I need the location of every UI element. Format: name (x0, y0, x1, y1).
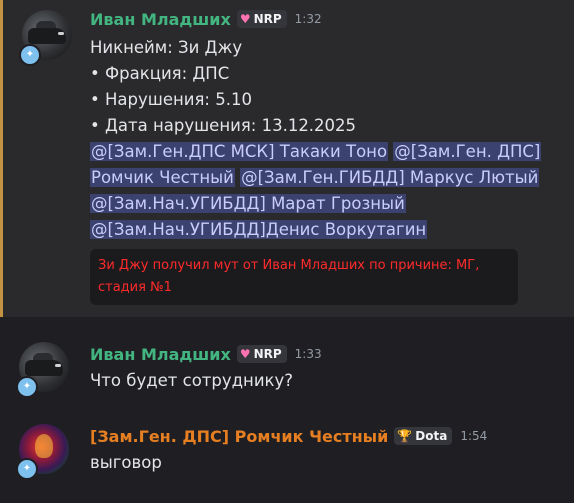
author-name[interactable]: [Зам.Ген. ДПС] Ромчик Честный (90, 427, 388, 446)
mentions-block: @[Зам.Ген.ДПС МСК] Такаки Тоно @[Зам.Ген… (90, 139, 550, 243)
message-highlighted[interactable]: ✦ Иван Младших ♥ NRP 1:32 Никнейм: Зи Дж… (0, 0, 574, 317)
guild-tag-label: NRP (253, 347, 282, 361)
message-line: • Фракция: ДПС (90, 64, 230, 83)
author-name[interactable]: Иван Младших (90, 345, 231, 364)
message-text: выговор (90, 453, 162, 472)
trophy-icon: 🏆 (397, 429, 413, 443)
guild-tag-label: NRP (253, 12, 282, 26)
heart-icon: ♥ (239, 12, 251, 26)
timestamp[interactable]: 1:32 (295, 12, 322, 26)
user-mention[interactable]: @[Зам.Нач.УГИБДД] Марат Грозный (90, 194, 406, 213)
timestamp[interactable]: 1:54 (460, 429, 487, 443)
avatar[interactable]: ✦ (16, 342, 71, 398)
avatar-decoration-icon: ✦ (16, 458, 38, 480)
avatar[interactable]: ✦ (19, 10, 74, 66)
message[interactable]: ✦ Иван Младших ♥ NRP 1:33 Что будет сотр… (0, 330, 574, 400)
bot-notice-text: Зи Джу получил мут от Иван Младших по пр… (98, 258, 480, 295)
bot-mute-notice: Зи Джу получил мут от Иван Младших по пр… (90, 249, 518, 305)
timestamp[interactable]: 1:33 (295, 347, 322, 361)
guild-tag-label: Dota (415, 429, 448, 443)
guild-tag[interactable]: ♥ NRP (236, 345, 287, 363)
author-name[interactable]: Иван Младших (90, 10, 231, 29)
message[interactable]: ✦ [Зам.Ген. ДПС] Ромчик Честный 🏆 Dota 1… (0, 412, 574, 492)
avatar-decoration-icon: ✦ (19, 44, 41, 66)
message-line: • Дата нарушения: 13.12.2025 (90, 116, 357, 135)
message-header: Иван Младших ♥ NRP 1:33 (90, 342, 566, 366)
message-line: Никнейм: Зи Джу (90, 38, 243, 57)
user-mention[interactable]: @[Зам.Ген.ГИБДД] Маркус Лютый (240, 168, 540, 187)
message-header: [Зам.Ген. ДПС] Ромчик Честный 🏆 Dota 1:5… (90, 424, 566, 448)
avatar[interactable]: ✦ (16, 424, 71, 480)
user-mention[interactable]: @[Зам.Нач.УГИБДД]Денис Воркутагин (90, 220, 428, 239)
user-mention[interactable]: @[Зам.Ген.ДПС МСК] Такаки Тоно (90, 142, 389, 161)
message-header: Иван Младших ♥ NRP 1:32 (90, 7, 566, 31)
message-text: Что будет сотруднику? (90, 371, 294, 390)
message-line: • Нарушения: 5.10 (90, 90, 252, 109)
guild-tag[interactable]: ♥ NRP (236, 10, 287, 28)
avatar-decoration-icon: ✦ (16, 376, 38, 398)
guild-tag[interactable]: 🏆 Dota (394, 427, 453, 445)
heart-icon: ♥ (239, 347, 251, 361)
